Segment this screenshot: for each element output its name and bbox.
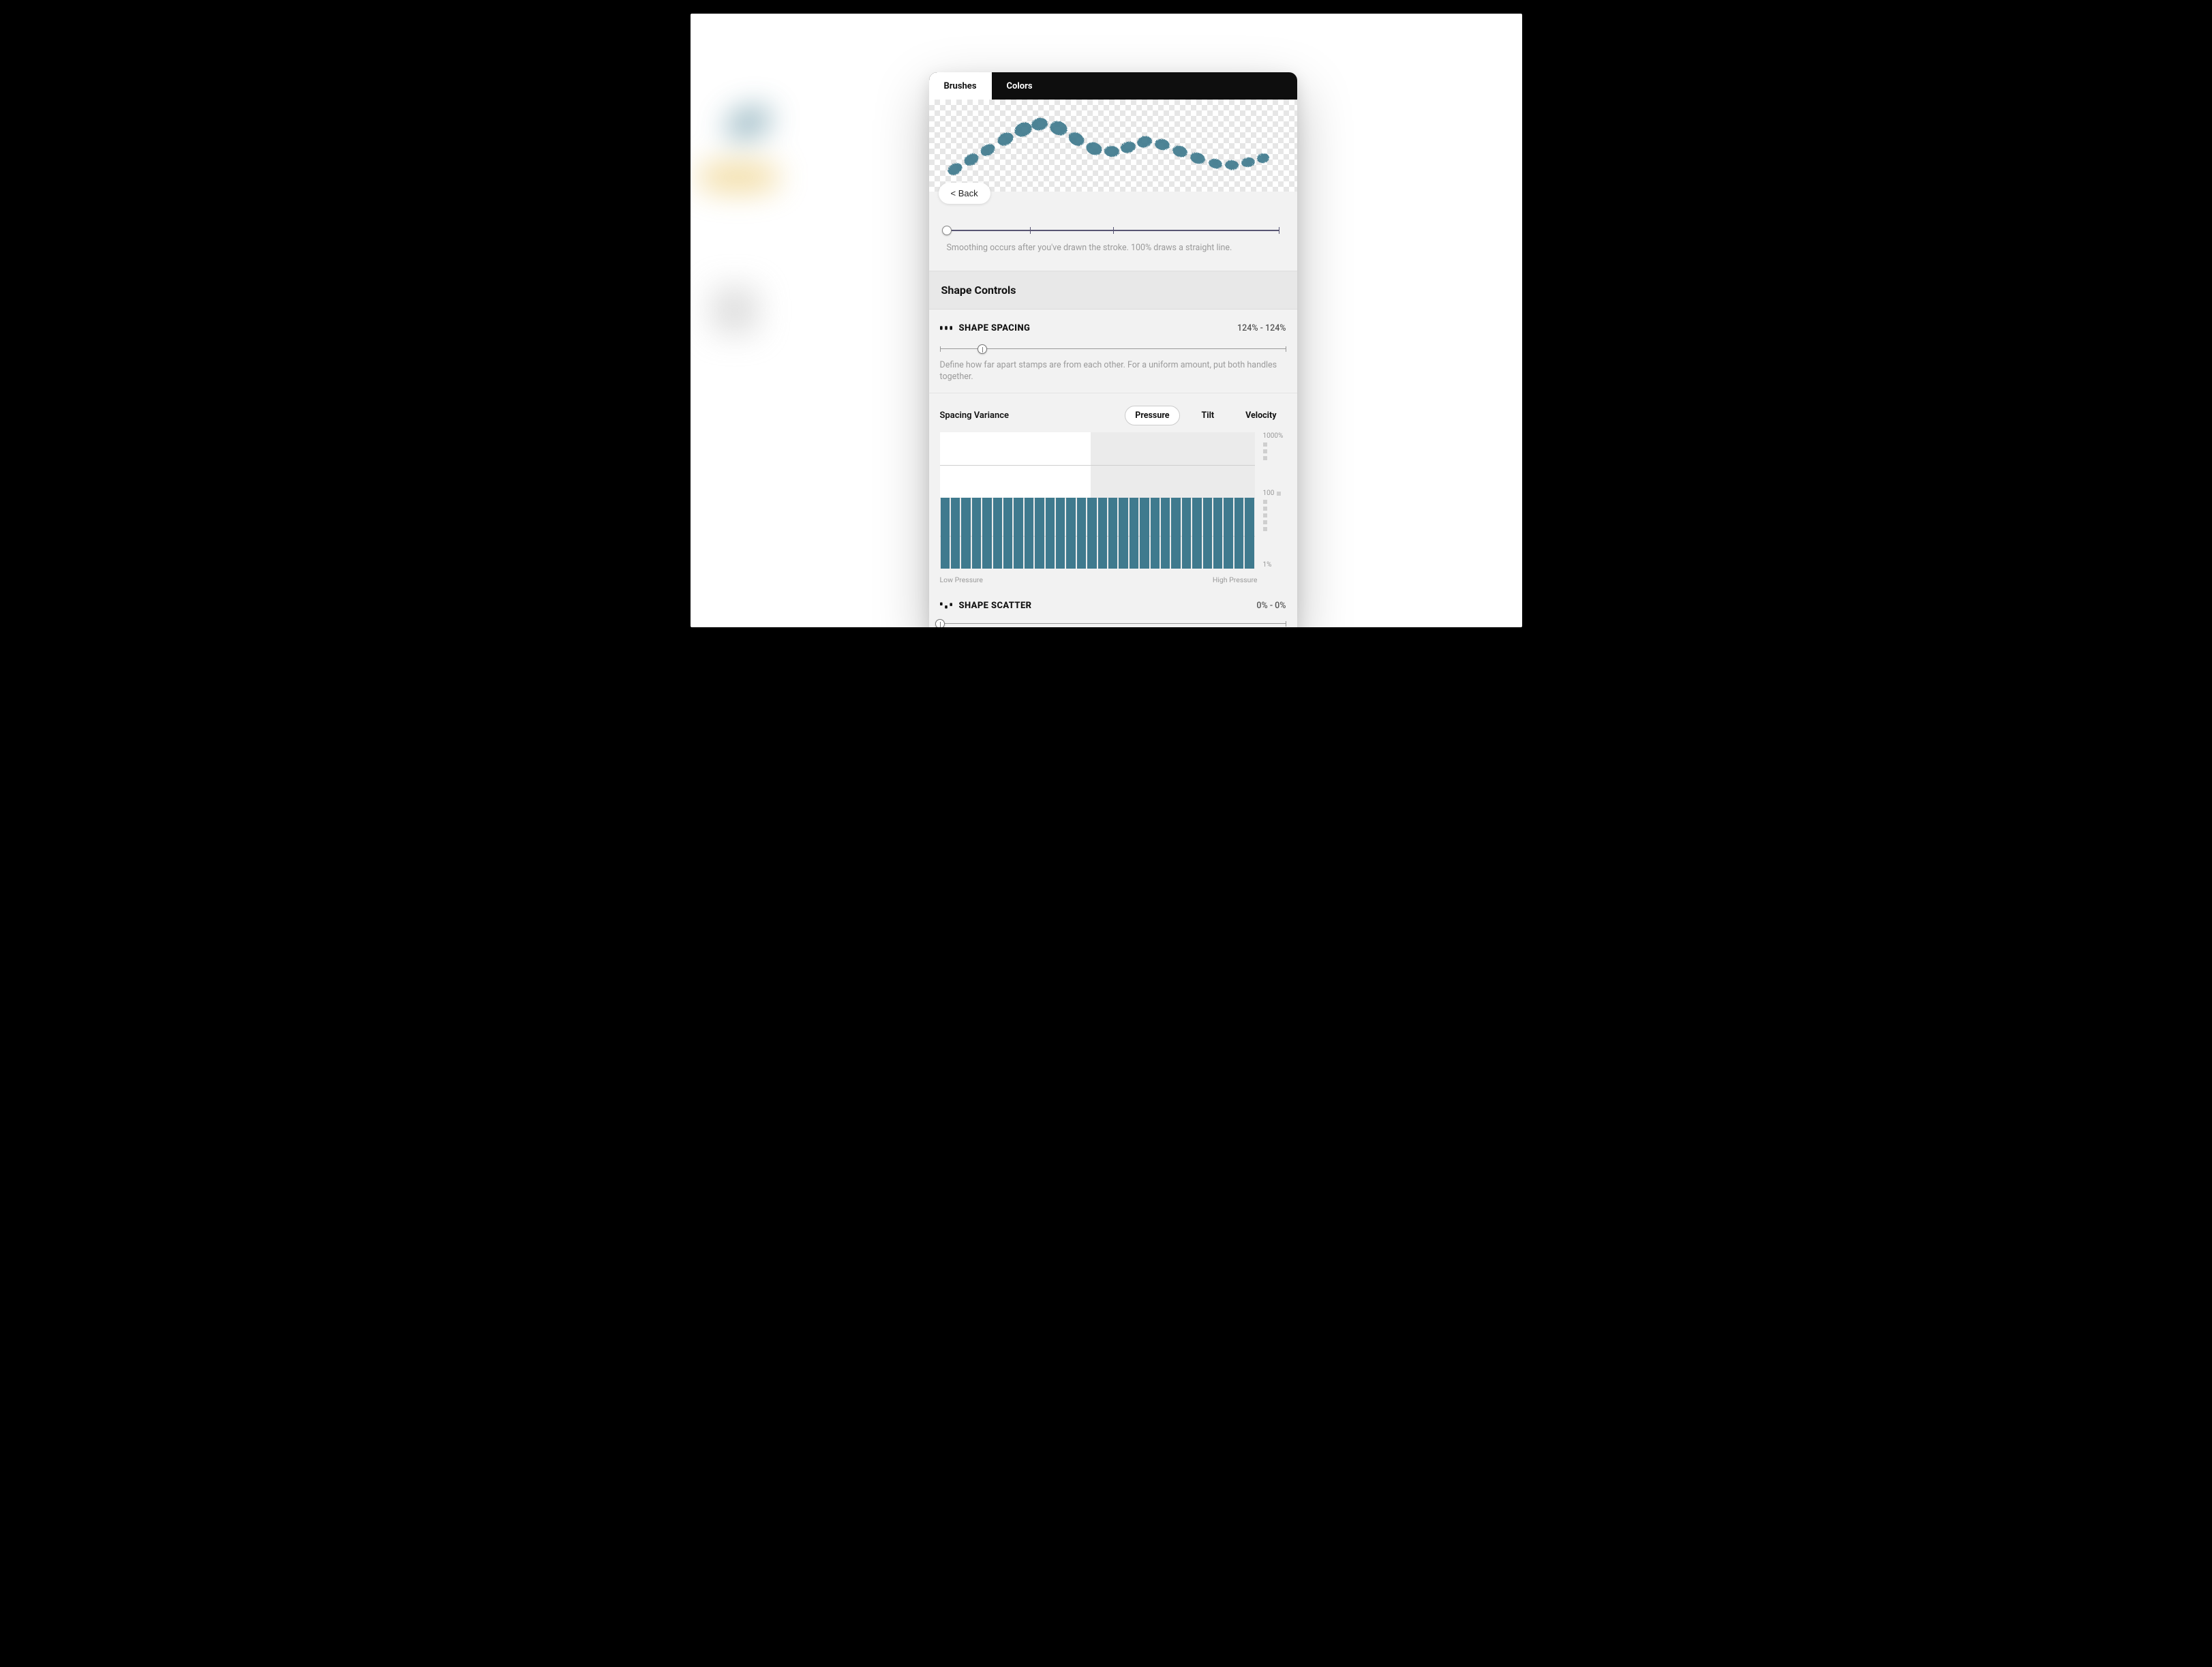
variance-bar: [1108, 498, 1117, 569]
variance-mode-tilt[interactable]: Tilt: [1192, 406, 1224, 425]
variance-bar: [1077, 498, 1086, 569]
shape-scatter-row: SHAPE SCATTER 0% - 0%: [929, 584, 1297, 614]
variance-bar: [1245, 498, 1254, 569]
variance-bar: [1014, 498, 1022, 569]
variance-bar: [941, 498, 950, 569]
brush-settings-panel: Brushes Colors: [929, 72, 1297, 627]
shape-spacing-title: SHAPE SPACING: [959, 323, 1031, 333]
variance-mode-group: Pressure Tilt Velocity: [1125, 406, 1286, 425]
shape-controls-header: Shape Controls: [929, 271, 1297, 310]
variance-chart-wrap: 1000% 100 1%: [929, 432, 1297, 571]
variance-y-axis: 1000% 100 1%: [1260, 432, 1289, 569]
tab-colors[interactable]: Colors: [992, 72, 1048, 100]
tab-bar: Brushes Colors: [929, 72, 1297, 100]
variance-bar: [972, 498, 981, 569]
back-button[interactable]: < Back: [939, 183, 990, 204]
variance-mode-velocity[interactable]: Velocity: [1236, 406, 1286, 425]
variance-bar: [1151, 498, 1160, 569]
variance-bar: [1224, 498, 1232, 569]
variance-bar: [1046, 498, 1055, 569]
shape-spacing-help: Define how far apart stamps are from eac…: [929, 357, 1297, 393]
variance-bar: [1171, 498, 1180, 569]
variance-bar: [1025, 498, 1033, 569]
variance-bar: [1140, 498, 1149, 569]
shape-scatter-title: SHAPE SCATTER: [959, 601, 1032, 611]
variance-chart[interactable]: [940, 432, 1255, 569]
shape-spacing-value: 124% - 124%: [1237, 323, 1286, 333]
variance-bar: [1161, 498, 1170, 569]
brush-preview: < Back: [929, 100, 1297, 192]
variance-bar: [1098, 498, 1107, 569]
variance-bar: [1119, 498, 1127, 569]
variance-bar: [1203, 498, 1212, 569]
variance-bar: [982, 498, 991, 569]
brush-stroke-preview: [929, 100, 1297, 192]
variance-bar: [1003, 498, 1012, 569]
shape-scatter-icon: [940, 601, 952, 610]
spacing-variance-label: Spacing Variance: [940, 410, 1009, 421]
variance-bar: [993, 498, 1002, 569]
shape-spacing-row: SHAPE SPACING 124% - 124%: [929, 310, 1297, 336]
spacing-variance-row: Spacing Variance Pressure Tilt Velocity: [929, 393, 1297, 432]
variance-bar: [951, 498, 960, 569]
variance-bar: [1087, 498, 1096, 569]
variance-bar: [1234, 498, 1243, 569]
variance-bar: [1192, 498, 1201, 569]
background-blur: [691, 82, 793, 355]
variance-bar: [1182, 498, 1191, 569]
variance-mode-pressure[interactable]: Pressure: [1125, 406, 1179, 425]
smoothing-slider[interactable]: [947, 230, 1279, 231]
smoothing-section: Smoothing occurs after you've drawn the …: [929, 192, 1297, 271]
variance-bar: [961, 498, 970, 569]
x-label-low: Low Pressure: [940, 575, 983, 584]
x-label-high: High Pressure: [1213, 575, 1258, 584]
shape-spacing-icon: [940, 324, 952, 332]
variance-bar: [1066, 498, 1075, 569]
outer-frame: Brushes Colors: [691, 14, 1522, 627]
smoothing-help-text: Smoothing occurs after you've drawn the …: [940, 239, 1286, 261]
variance-bar: [1056, 498, 1065, 569]
variance-bar: [1035, 498, 1044, 569]
variance-x-labels: Low Pressure High Pressure: [929, 571, 1297, 584]
tab-brushes[interactable]: Brushes: [929, 72, 992, 100]
variance-bar: [1213, 498, 1222, 569]
variance-bar: [1130, 498, 1138, 569]
shape-scatter-value: 0% - 0%: [1256, 601, 1286, 611]
